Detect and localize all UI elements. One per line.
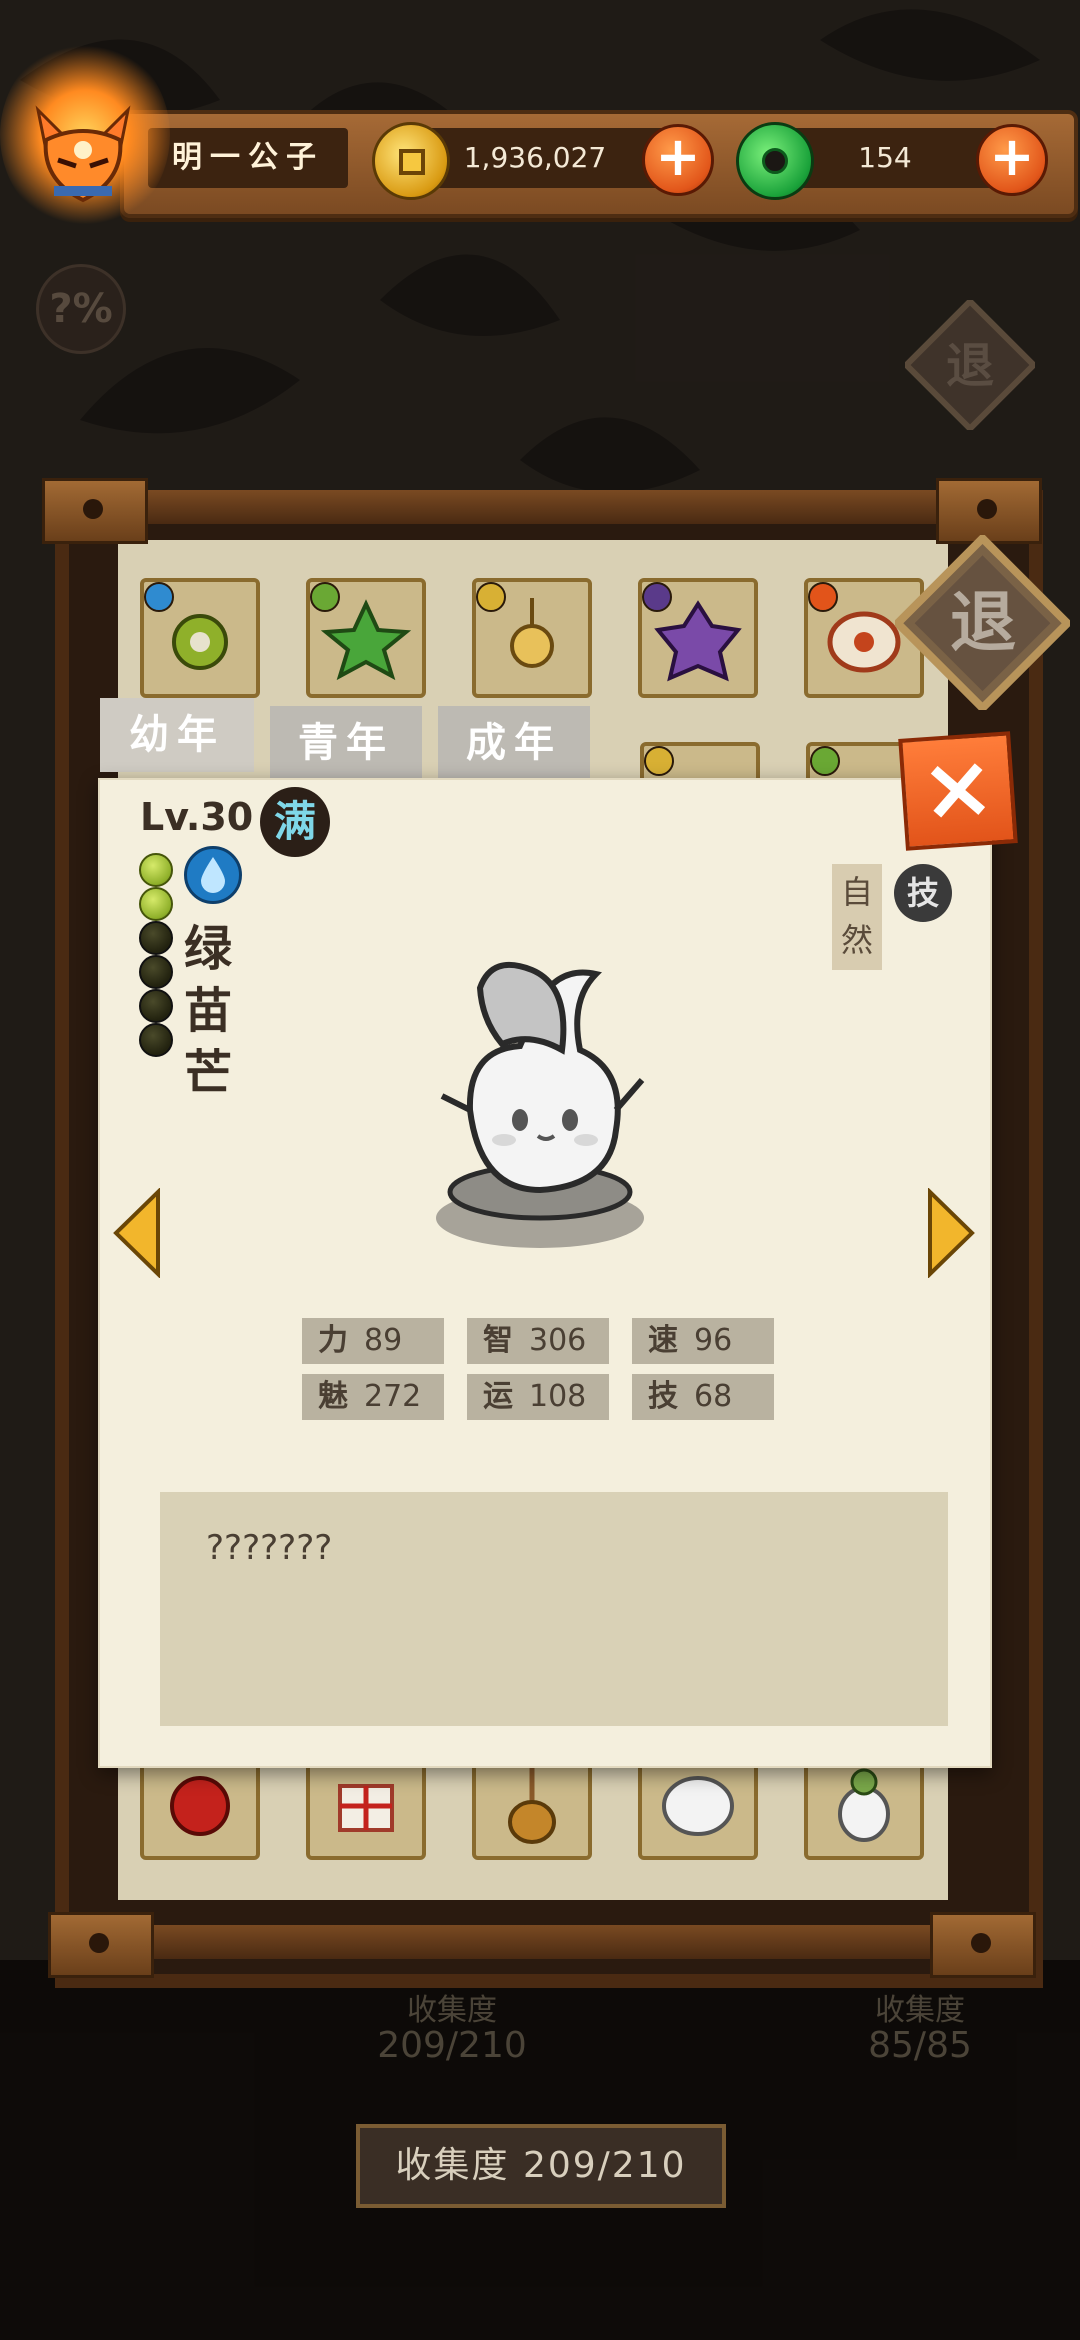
collection-count-left: 209/210 — [377, 2025, 527, 2066]
board-top-beam — [70, 490, 1010, 524]
stat-intelligence: 智 306 — [467, 1318, 609, 1364]
stat-label: 魅 — [318, 1379, 348, 1414]
stat-label: 技 — [648, 1379, 678, 1414]
pet-slot[interactable] — [472, 1752, 592, 1860]
player-name: 明一公子 — [148, 128, 348, 188]
nature-element-icon — [310, 582, 340, 612]
arrow-right-icon[interactable] — [926, 1188, 976, 1278]
pet-name: 绿 苗 芒 — [178, 918, 238, 1104]
add-coins-button[interactable]: + — [642, 124, 714, 196]
star-dot — [139, 887, 173, 921]
pet-slot[interactable] — [638, 578, 758, 698]
tab-adult[interactable]: 成年 — [438, 706, 590, 780]
star-dot — [139, 989, 173, 1023]
water-element-icon — [144, 582, 174, 612]
water-drop-icon — [184, 846, 242, 904]
nature-element-icon — [810, 746, 840, 776]
star-dot — [139, 1023, 173, 1057]
pet-description: ??????? — [206, 1528, 333, 1568]
element-char: 然 — [840, 921, 873, 959]
board-bolt — [930, 1912, 1036, 1978]
pet-name-char: 绿 — [183, 921, 232, 977]
pet-thumbnail-icon — [338, 1784, 394, 1832]
stat-value: 96 — [694, 1323, 733, 1358]
pet-slot[interactable] — [472, 578, 592, 698]
pet-portrait — [436, 961, 645, 1248]
collection-progress: 收集度 209/210 — [356, 2124, 726, 2208]
stat-label: 智 — [483, 1323, 513, 1358]
pet-slot[interactable] — [804, 1752, 924, 1860]
board-bottom-beam — [70, 1925, 1010, 1959]
collection-label-right: 收集度 — [875, 1993, 965, 2028]
pet-name-char: 芒 — [183, 1045, 232, 1101]
stat-value: 68 — [694, 1379, 733, 1414]
stat-label: 运 — [483, 1379, 513, 1414]
dark-element-icon — [642, 582, 672, 612]
earth-element-icon — [644, 746, 674, 776]
stat-value: 306 — [529, 1323, 587, 1358]
fire-element-icon — [808, 582, 838, 612]
retreat-sign-small[interactable]: 退 — [905, 300, 1035, 430]
board-bolt — [42, 478, 148, 544]
pet-thumbnail-icon — [170, 1776, 230, 1836]
stat-value: 89 — [364, 1323, 403, 1358]
skill-badge[interactable]: 技 — [894, 864, 952, 922]
star-dot — [139, 853, 173, 887]
stat-value: 108 — [529, 1379, 587, 1414]
star-dot — [139, 921, 173, 955]
stat-label: 力 — [318, 1323, 348, 1358]
pet-slot[interactable] — [638, 1752, 758, 1860]
element-char: 自 — [840, 873, 873, 911]
retreat-text: 退 — [950, 584, 1016, 661]
board-bolt — [48, 1912, 154, 1978]
pet-name-char: 苗 — [183, 983, 232, 1039]
stat-strength: 力 89 — [302, 1318, 444, 1364]
add-jade-button[interactable]: + — [976, 124, 1048, 196]
retreat-button[interactable]: 退 — [895, 535, 1070, 710]
collection-label-left: 收集度 — [407, 1993, 497, 2028]
pet-slot[interactable] — [140, 1752, 260, 1860]
stat-skill: 技 68 — [632, 1374, 774, 1420]
pet-slot[interactable] — [306, 578, 426, 698]
percent-icon[interactable]: ?% — [36, 264, 126, 354]
stat-value: 272 — [364, 1379, 422, 1414]
jade-icon — [736, 122, 814, 200]
pet-slot[interactable] — [306, 1752, 426, 1860]
arrow-left-icon[interactable] — [112, 1188, 162, 1278]
stat-charm: 魅 272 — [302, 1374, 444, 1420]
earth-element-icon — [476, 582, 506, 612]
stat-speed: 速 96 — [632, 1318, 774, 1364]
tab-adolescent[interactable]: 青年 — [270, 706, 422, 780]
pet-thumbnail-icon — [508, 1764, 556, 1844]
tab-youth[interactable]: 幼年 — [100, 698, 254, 772]
gold-coin-icon — [372, 122, 450, 200]
collection-count-right: 85/85 — [868, 2025, 972, 2066]
stat-luck: 运 108 — [467, 1374, 609, 1420]
close-button[interactable]: × — [898, 731, 1018, 851]
fox-mask-icon[interactable] — [28, 100, 138, 210]
stat-label: 速 — [648, 1323, 678, 1358]
pet-thumbnail-icon — [662, 1776, 734, 1836]
pet-slot[interactable] — [140, 578, 260, 698]
pet-thumbnail-icon — [838, 1768, 890, 1842]
star-dot — [139, 955, 173, 989]
element-tag: 自 然 — [832, 864, 882, 970]
max-level-badge: 满 — [260, 787, 330, 857]
retreat-text: 退 — [946, 338, 994, 394]
pet-level: Lv.30 — [140, 795, 254, 839]
